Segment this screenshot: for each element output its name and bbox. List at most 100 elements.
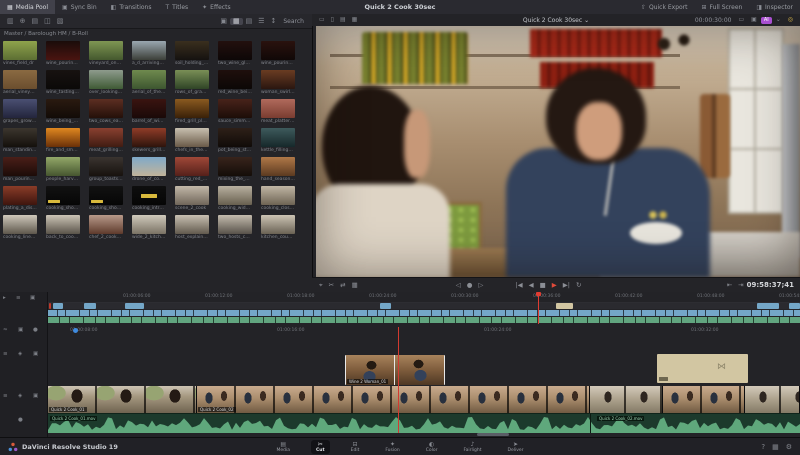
media-clip[interactable]: soil_holding_over bbox=[175, 41, 209, 67]
step-back-icon[interactable]: ◀ bbox=[526, 282, 537, 289]
media-clip[interactable]: cooking_close_up bbox=[261, 186, 295, 212]
v2-drag-icon[interactable]: ≡ bbox=[3, 352, 8, 358]
overview-clip[interactable] bbox=[125, 303, 144, 309]
media-clip[interactable]: cooking_wide_sh bbox=[218, 186, 252, 212]
media-clip[interactable]: two_wine_glasses bbox=[218, 41, 252, 67]
media-clip[interactable]: mixing_the_choco bbox=[218, 157, 252, 183]
thumbnail-view-icon[interactable]: ▦ bbox=[230, 18, 243, 25]
media-clip[interactable]: wine_pouring_into bbox=[261, 41, 295, 67]
new-bin-icon[interactable]: ⊕ bbox=[17, 18, 29, 25]
media-clip[interactable]: cooking_show_tim bbox=[46, 186, 80, 212]
media-clip[interactable]: woman_swirling_w bbox=[261, 70, 295, 96]
overview-clip[interactable] bbox=[380, 303, 391, 309]
timeline-tools-icon[interactable]: ▸ bbox=[3, 296, 6, 302]
overview-clip[interactable] bbox=[49, 303, 51, 309]
media-clip[interactable]: two_cows_eating bbox=[89, 99, 123, 125]
v1-enable-icon[interactable]: ▣ bbox=[33, 394, 38, 400]
pointer-tool-icon[interactable]: ⌖ bbox=[316, 282, 326, 289]
media-clip[interactable]: cooking_lineup_b bbox=[3, 215, 37, 241]
quick-export-button[interactable]: ⇧Quick Export bbox=[634, 0, 695, 14]
media-clip[interactable]: wine_being_poure bbox=[46, 99, 80, 125]
page-tab-fairlight[interactable]: ♪Fairlight bbox=[459, 440, 487, 454]
page-tab-deliver[interactable]: ➤Deliver bbox=[503, 440, 529, 454]
media-clip[interactable]: kettle_filling_tea bbox=[261, 128, 295, 154]
ai-tools-icon[interactable]: AI bbox=[761, 17, 772, 24]
media-clip[interactable]: wine_tasting_glo bbox=[46, 70, 80, 96]
sort-icon[interactable]: ↕ bbox=[268, 18, 280, 25]
loop-icon[interactable]: ↻ bbox=[573, 282, 584, 289]
media-clip[interactable]: two_hosts_cookin bbox=[218, 215, 252, 241]
media-clip[interactable]: cooking_intro_seg bbox=[132, 186, 166, 212]
multi-view-icon[interactable]: ▦ bbox=[349, 17, 361, 23]
v1-clip-4[interactable] bbox=[663, 386, 745, 413]
overview-track-video[interactable] bbox=[48, 310, 800, 316]
overview-clip[interactable] bbox=[789, 303, 800, 309]
camera-icon[interactable]: ▣ bbox=[217, 18, 230, 25]
snap-tool-icon[interactable]: ▦ bbox=[349, 282, 361, 289]
media-clip[interactable]: fire_and_smoke_d bbox=[46, 128, 80, 154]
strip-view-icon[interactable]: ▤ bbox=[243, 18, 256, 25]
inspector-button[interactable]: ◨Inspector bbox=[749, 0, 800, 14]
media-clip[interactable]: rows_of_grapes_d bbox=[175, 70, 209, 96]
media-clip[interactable]: scene_2_cook bbox=[175, 186, 209, 212]
media-clip[interactable]: cutting_red_meat bbox=[175, 157, 209, 183]
tab-titles[interactable]: TTitles bbox=[158, 0, 195, 14]
media-clip[interactable]: people_harvestin bbox=[46, 157, 80, 183]
media-clip[interactable]: wine_pouring_slo bbox=[46, 41, 80, 67]
media-clip[interactable]: a_d_arriving_over bbox=[132, 41, 166, 67]
go-to-start-icon[interactable]: |◀ bbox=[512, 282, 525, 289]
page-tab-fusion[interactable]: ✦Fusion bbox=[380, 440, 404, 454]
a1-mute-icon[interactable]: ● bbox=[18, 418, 23, 424]
media-clip[interactable]: drone_of_coastal bbox=[132, 157, 166, 183]
razor-tool-icon[interactable]: ✂ bbox=[326, 282, 337, 289]
single-clip-icon[interactable]: ▯ bbox=[328, 17, 337, 23]
camera-menu-icon[interactable]: ▣ bbox=[748, 17, 760, 23]
media-clip[interactable]: aerial_vineyard_r bbox=[3, 70, 37, 96]
marker-icon[interactable]: ● bbox=[33, 328, 38, 334]
page-tab-edit[interactable]: ⊟Edit bbox=[346, 440, 365, 454]
overview-ruler[interactable]: 01:00:06:0001:00:12:0001:00:18:0001:00:2… bbox=[48, 292, 800, 303]
clip-info-icon[interactable]: ▧ bbox=[54, 18, 67, 25]
media-clip[interactable]: red_wine_being_p bbox=[218, 70, 252, 96]
timeline-ruler[interactable]: 01:00:08:0001:00:16:0001:00:24:0001:00:3… bbox=[48, 327, 800, 336]
resolution-menu-icon[interactable]: ▭ bbox=[735, 17, 747, 23]
viewer-video-frame[interactable] bbox=[316, 26, 800, 277]
blue-marker[interactable] bbox=[73, 328, 78, 333]
search-button[interactable]: Search bbox=[279, 18, 308, 25]
shuttle-forward-icon[interactable]: ▷ bbox=[475, 282, 486, 289]
overview-playhead[interactable] bbox=[538, 292, 539, 324]
media-clip[interactable]: man_standing_ov bbox=[3, 128, 37, 154]
title-clip[interactable]: ⋈ bbox=[657, 354, 748, 383]
v1-lock-icon[interactable]: ◈ bbox=[18, 394, 22, 400]
shuttle-reverse-icon[interactable]: ◁ bbox=[453, 282, 464, 289]
media-clip[interactable]: plating_a_dish_ov bbox=[3, 186, 37, 212]
tab-effects[interactable]: ✦Effects bbox=[195, 0, 237, 14]
track-options-icon[interactable]: ≡ bbox=[16, 296, 21, 302]
media-clip[interactable]: barrel_of_wine_ag bbox=[132, 99, 166, 125]
media-clip[interactable]: wide_2_kitchen_s bbox=[132, 215, 166, 241]
tab-sync-bin[interactable]: ▣Sync Bin bbox=[55, 0, 104, 14]
v1-clip-2[interactable]: Quick 2 Cook_02 bbox=[197, 386, 590, 413]
overview-clip[interactable] bbox=[53, 303, 63, 309]
tab-transitions[interactable]: ◧Transitions bbox=[104, 0, 159, 14]
shuttle-stop-icon[interactable]: ● bbox=[464, 282, 476, 289]
tab-media-pool[interactable]: ▦Media Pool bbox=[0, 0, 55, 14]
media-clip[interactable]: vineyard_on_a_hil bbox=[89, 41, 123, 67]
list-view-icon[interactable]: ☰ bbox=[255, 18, 267, 25]
audio-track-1[interactable]: Quick 2 Cook_01.mov Quick 2 Cook_02.mov bbox=[48, 413, 800, 433]
sync-clips-icon[interactable]: ▤ bbox=[29, 18, 42, 25]
media-clip[interactable]: meat_platter_spre bbox=[261, 99, 295, 125]
media-clip[interactable]: vines_field_dr bbox=[3, 41, 37, 67]
media-clip[interactable]: grapes_growing_o bbox=[3, 99, 37, 125]
match-frame-out-icon[interactable]: ⇥ bbox=[735, 282, 746, 289]
media-clip[interactable]: aerial_of_the_vin bbox=[132, 70, 166, 96]
media-clip[interactable]: fired_grill_plate_d bbox=[175, 99, 209, 125]
overview-clip[interactable] bbox=[757, 303, 779, 309]
film-strip-icon[interactable]: ▤ bbox=[337, 17, 349, 23]
media-clip[interactable]: group_toasts_at_t bbox=[89, 157, 123, 183]
trim-tool-icon[interactable]: ⇄ bbox=[337, 282, 348, 289]
media-clip[interactable]: chefs_in_the_kitch bbox=[175, 128, 209, 154]
v2-clip[interactable]: Wine 2 Woman_01 bbox=[345, 355, 445, 385]
source-tape-icon[interactable]: ▭ bbox=[316, 17, 328, 23]
full-screen-button[interactable]: ⊞Full Screen bbox=[695, 0, 750, 14]
